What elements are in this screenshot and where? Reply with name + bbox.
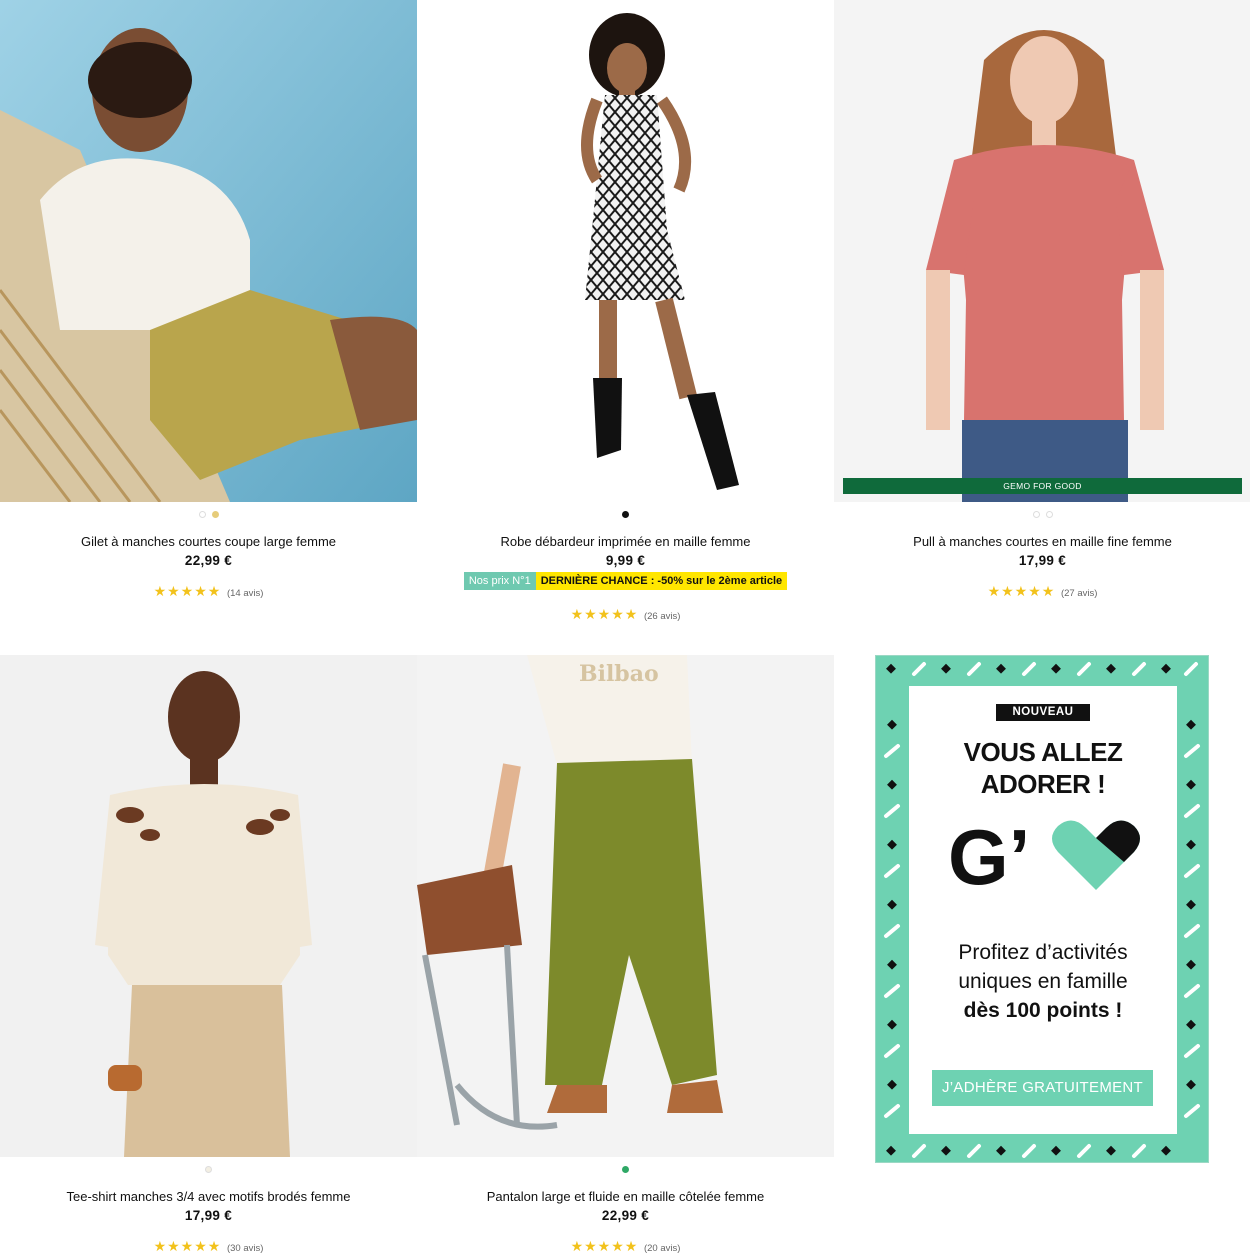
product-title[interactable]: Gilet à manches courtes coupe large femm… [0,534,417,549]
photo-model-dress [417,0,834,502]
rating-stars-icon: ★★★★★ [570,1238,639,1254]
rating-stars-icon: ★★★★★ [987,583,1056,599]
body-line-3: dès 100 points ! [963,999,1123,1022]
review-count[interactable]: (20 avis) [644,1243,680,1254]
review-count[interactable]: (27 avis) [1061,588,1097,599]
rating-stars-icon: ★★★★★ [153,583,222,599]
product-image-robe[interactable] [417,0,834,502]
product-rating: ★★★★★ (14 avis) [0,583,417,600]
gemo-heart-logo-icon: G’ [948,816,1140,896]
product-title[interactable]: Pantalon large et fluide en maille côtel… [417,1189,834,1204]
product-image-pantalon[interactable]: Bilbao [417,655,834,1157]
headline-line-2: ADORER ! [980,769,1106,799]
product-rating: ★★★★★ (20 avis) [417,1238,834,1255]
logo-letter: G’ [948,816,1030,896]
promo-body: Profitez d’activités uniques en famille … [876,938,1210,1025]
shirt-print: Bilbao [579,661,659,687]
product-image-gilet[interactable] [0,0,417,502]
badge-last-chance: DERNIÈRE CHANCE : -50% sur le 2ème artic… [535,572,788,590]
carousel-dot-active[interactable] [622,1166,629,1173]
gemo-for-good-label: GEMO FOR GOOD [843,478,1242,494]
body-line-1: Profitez d’activités [958,941,1128,964]
product-image-tee-shirt[interactable] [0,655,417,1157]
photo-model-pink-top [834,0,1250,502]
loyalty-promo-banner[interactable]: NOUVEAU VOUS ALLEZ ADORER ! G’ Profitez … [875,655,1209,1163]
carousel-dot[interactable] [205,1166,212,1173]
product-card-pantalon[interactable]: Bilbao Pantalon large et fluide en maill… [417,655,834,1254]
join-free-button[interactable]: J’ADHÈRE GRATUITEMENT [932,1070,1153,1106]
product-title[interactable]: Tee-shirt manches 3/4 avec motifs brodés… [0,1189,417,1204]
product-price: 22,99 € [184,553,233,568]
product-card-robe[interactable]: Robe débardeur imprimée en maille femme … [417,0,834,622]
new-badge: NOUVEAU [996,704,1090,721]
product-card-tee-shirt[interactable]: Tee-shirt manches 3/4 avec motifs brodés… [0,655,417,1254]
product-card-gilet[interactable]: Gilet à manches courtes coupe large femm… [0,0,417,599]
rating-stars-icon: ★★★★★ [570,606,639,622]
rating-stars-icon: ★★★★★ [153,1238,222,1254]
photo-model-green-trousers: Bilbao [417,655,834,1157]
review-count[interactable]: (30 avis) [227,1243,263,1254]
product-rating: ★★★★★ (30 avis) [0,1238,417,1255]
product-price: 17,99 € [1018,553,1067,568]
review-count[interactable]: (26 avis) [644,611,680,622]
promo-badges: Nos prix N°1 DERNIÈRE CHANCE : -50% sur l… [417,572,834,590]
product-card-pull[interactable]: GEMO FOR GOOD Pull à manches courtes en … [834,0,1250,599]
product-price: 17,99 € [184,1208,233,1223]
product-price: 22,99 € [601,1208,650,1223]
carousel-dot[interactable] [198,511,206,518]
carousel-dot-active[interactable] [622,511,629,518]
photo-model-embroidered-top [0,655,417,1157]
review-count[interactable]: (14 avis) [227,588,263,599]
carousel-dot-active[interactable] [211,511,219,518]
headline-line-1: VOUS ALLEZ [963,737,1123,767]
carousel-dot[interactable] [1045,511,1053,518]
photo-model-pool [0,0,417,502]
product-price: 9,99 € [605,553,646,568]
product-image-pull[interactable]: GEMO FOR GOOD [834,0,1250,502]
product-rating: ★★★★★ (26 avis) [417,606,834,623]
product-title[interactable]: Robe débardeur imprimée en maille femme [417,534,834,549]
product-title[interactable]: Pull à manches courtes en maille fine fe… [834,534,1250,549]
carousel-dot[interactable] [1032,511,1040,518]
promo-headline: VOUS ALLEZ ADORER ! [876,736,1210,800]
body-line-2: uniques en famille [958,970,1128,993]
badge-best-price: Nos prix N°1 [463,572,536,590]
product-rating: ★★★★★ (27 avis) [834,583,1250,600]
